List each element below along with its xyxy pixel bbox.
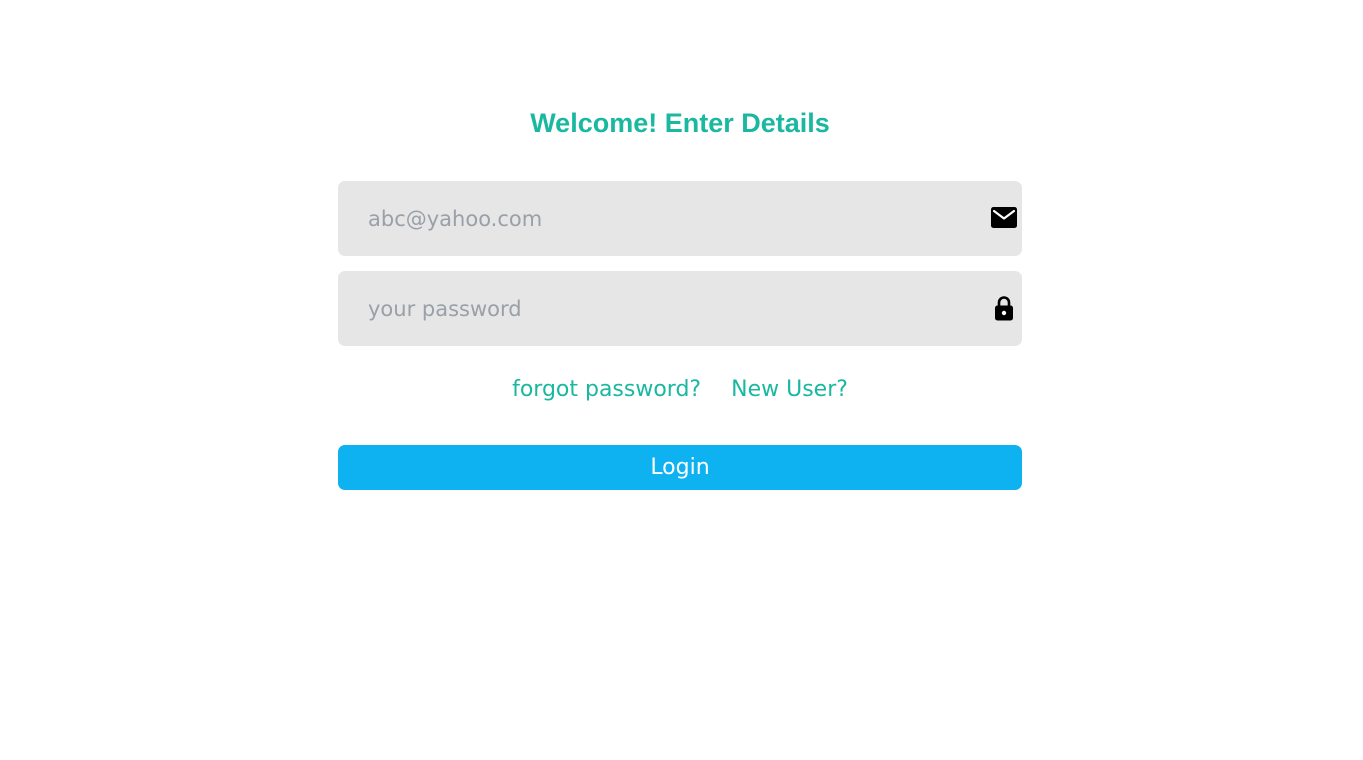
email-field-container xyxy=(338,181,1022,256)
lock-icon xyxy=(991,295,1017,321)
password-field-container xyxy=(338,271,1022,346)
forgot-password-link[interactable]: forgot password? xyxy=(512,377,701,402)
login-button[interactable]: Login xyxy=(338,445,1022,490)
auth-links: forgot password? New User? xyxy=(0,372,1360,408)
page-title: Welcome! Enter Details xyxy=(530,108,830,138)
password-field[interactable] xyxy=(338,271,1022,346)
login-page: Welcome! Enter Details forgot password? N… xyxy=(0,0,1363,760)
email-field[interactable] xyxy=(338,181,1022,256)
envelope-icon xyxy=(991,205,1017,231)
new-user-link[interactable]: New User? xyxy=(731,377,848,402)
